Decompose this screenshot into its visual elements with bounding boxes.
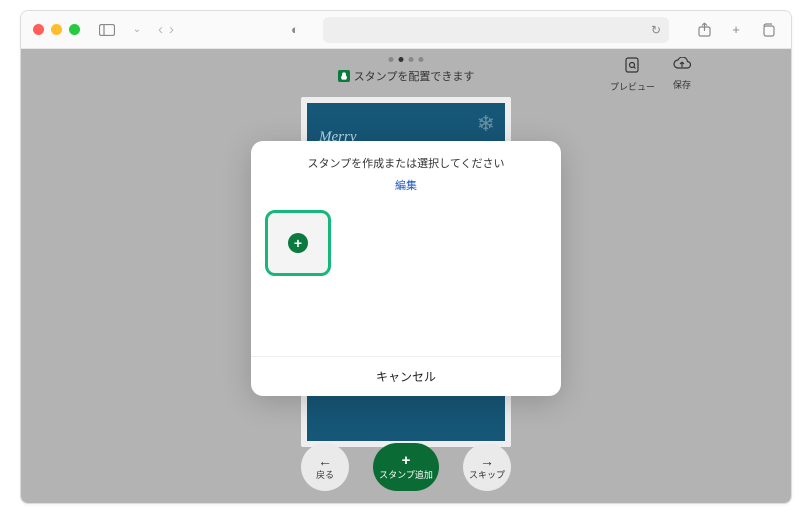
save-label: 保存	[673, 78, 691, 91]
cloud-save-icon	[673, 57, 691, 76]
address-bar[interactable]: ↻	[323, 17, 669, 43]
stamp-picker-modal: スタンプを作成または選択してください 編集 + キャンセル	[251, 141, 561, 396]
modal-title: スタンプを作成または選択してください	[267, 155, 545, 171]
maximize-window-button[interactable]	[69, 24, 80, 35]
arrow-left-icon: ←	[318, 454, 332, 468]
back-step-button[interactable]: ← 戻る	[301, 443, 349, 491]
plus-circle-icon: +	[288, 233, 308, 253]
bottom-controls: ← 戻る + スタンプ追加 → スキップ	[301, 443, 511, 491]
tabs-overview-icon[interactable]	[757, 19, 779, 41]
back-button[interactable]: ‹	[156, 21, 165, 38]
new-tab-icon[interactable]: +	[725, 19, 747, 41]
back-label: 戻る	[316, 468, 334, 481]
plus-icon: +	[402, 453, 411, 468]
skip-button[interactable]: → スキップ	[463, 443, 511, 491]
sidebar-toggle-icon[interactable]	[96, 19, 118, 41]
reload-icon[interactable]: ↻	[651, 23, 661, 37]
window-controls	[33, 24, 80, 35]
arrow-right-icon: →	[480, 454, 494, 468]
chevron-down-icon[interactable]: ⌄	[126, 19, 148, 41]
add-stamp-tile[interactable]: +	[265, 210, 331, 276]
preview-label: プレビュー	[610, 80, 655, 93]
hint-text: スタンプを配置できます	[338, 68, 475, 84]
preview-icon	[624, 57, 640, 78]
top-actions: プレビュー 保存	[610, 57, 691, 93]
preview-button[interactable]: プレビュー	[610, 57, 655, 93]
modal-body: +	[251, 200, 561, 356]
browser-toolbar: ⌄ ‹ › ◐ ↻ +	[21, 11, 791, 49]
edit-link[interactable]: 編集	[395, 177, 417, 193]
modal-header: スタンプを作成または選択してください 編集	[251, 141, 561, 200]
app-viewport: スタンプを配置できます プレビュー 保存 ❄ ❄ ❄ Merry	[21, 49, 791, 503]
stamp-icon	[338, 70, 350, 82]
toolbar-right: +	[693, 19, 779, 41]
add-stamp-button[interactable]: + スタンプ追加	[373, 443, 439, 491]
save-button[interactable]: 保存	[673, 57, 691, 93]
snowflake-icon: ❄	[477, 111, 495, 137]
browser-window: ⌄ ‹ › ◐ ↻ +	[20, 10, 792, 504]
forward-button[interactable]: ›	[167, 21, 176, 38]
cancel-button[interactable]: キャンセル	[251, 356, 561, 396]
nav-buttons: ‹ ›	[156, 21, 176, 38]
privacy-shield-icon[interactable]: ◐	[291, 22, 299, 37]
skip-label: スキップ	[469, 468, 505, 481]
hint-label: スタンプを配置できます	[354, 68, 475, 84]
add-stamp-label: スタンプ追加	[379, 468, 433, 481]
close-window-button[interactable]	[33, 24, 44, 35]
share-icon[interactable]	[693, 19, 715, 41]
minimize-window-button[interactable]	[51, 24, 62, 35]
